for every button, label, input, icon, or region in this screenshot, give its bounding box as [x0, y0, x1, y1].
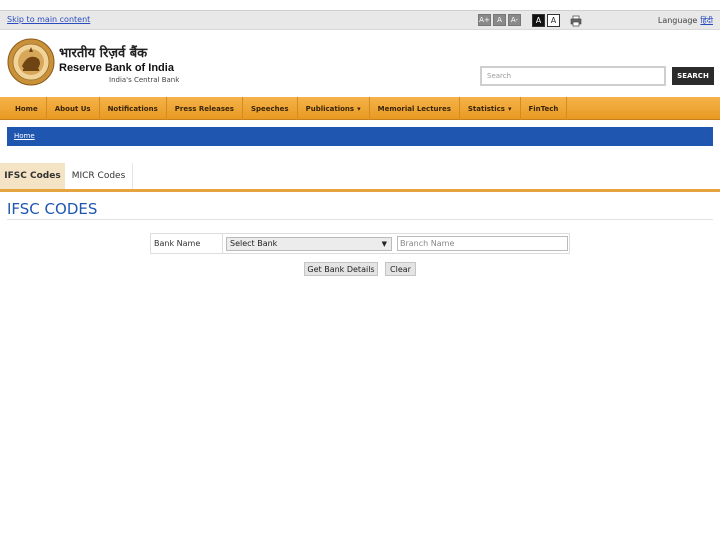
- branch-name-input[interactable]: Branch Name: [397, 236, 568, 251]
- nav-item-label: Press Releases: [174, 104, 234, 113]
- nav-item-fintech[interactable]: FinTech: [521, 97, 568, 120]
- nav-item-label: Speeches: [250, 104, 289, 113]
- title-divider: [7, 219, 713, 220]
- nav-item-home[interactable]: Home: [0, 97, 47, 120]
- dropdown-arrow-icon: ▼: [381, 240, 387, 248]
- print-icon[interactable]: [570, 15, 582, 27]
- page-title: IFSC CODES: [7, 200, 98, 218]
- nav-item-label: Notifications: [107, 104, 158, 113]
- clear-button[interactable]: Clear: [385, 262, 416, 276]
- nav-item-label: FinTech: [528, 104, 559, 113]
- code-type-tabs: IFSC Codes MICR Codes: [0, 163, 720, 192]
- normal-contrast-button[interactable]: A: [547, 14, 560, 27]
- brand-name-hindi: भारतीय रिज़र्व बैंक: [59, 46, 148, 61]
- nav-item-press-releases[interactable]: Press Releases: [167, 97, 243, 120]
- bank-select-value: Select Bank: [230, 239, 278, 248]
- breadcrumb: Home: [7, 127, 713, 146]
- font-increase-button[interactable]: A+: [478, 14, 491, 26]
- font-normal-button[interactable]: A: [493, 14, 506, 26]
- nav-item-label: About Us: [54, 104, 91, 113]
- high-contrast-button[interactable]: A: [532, 14, 545, 27]
- tab-micr-codes[interactable]: MICR Codes: [65, 163, 133, 189]
- tab-ifsc-codes[interactable]: IFSC Codes: [0, 163, 65, 189]
- search-button[interactable]: SEARCH: [672, 67, 714, 85]
- brand-name-english: Reserve Bank of India: [59, 62, 174, 74]
- nav-item-label: Home: [15, 104, 38, 113]
- nav-item-memorial-lectures[interactable]: Memorial Lectures: [370, 97, 460, 120]
- skip-to-content-link[interactable]: Skip to main content: [7, 15, 90, 24]
- language-switcher: Language हिंदी: [658, 15, 713, 26]
- font-size-controls: A+ A A-: [478, 14, 521, 26]
- language-label: Language: [657, 16, 698, 25]
- bank-name-label: Bank Name: [151, 234, 223, 253]
- main-navigation: Home About Us Notifications Press Releas…: [0, 97, 720, 120]
- rbi-emblem-logo[interactable]: [7, 38, 55, 86]
- nav-item-speeches[interactable]: Speeches: [243, 97, 298, 120]
- nav-item-about-us[interactable]: About Us: [47, 97, 100, 120]
- brand-tagline: India's Central Bank: [109, 76, 180, 84]
- chevron-down-icon: ▾: [507, 104, 512, 113]
- site-search-input[interactable]: Search: [480, 66, 666, 86]
- get-bank-details-button[interactable]: Get Bank Details: [304, 262, 378, 276]
- bank-select-dropdown[interactable]: Select Bank ▼: [226, 237, 392, 251]
- contrast-controls: A A: [532, 14, 560, 27]
- font-decrease-button[interactable]: A-: [508, 14, 521, 26]
- language-hindi-link[interactable]: हिंदी: [700, 16, 713, 25]
- nav-item-label: Memorial Lectures: [377, 104, 451, 113]
- nav-item-publications[interactable]: Publications ▾: [298, 97, 370, 120]
- nav-item-notifications[interactable]: Notifications: [100, 97, 167, 120]
- nav-item-statistics[interactable]: Statistics ▾: [460, 97, 521, 120]
- breadcrumb-home-link[interactable]: Home: [14, 132, 35, 140]
- nav-item-label: Statistics: [467, 104, 505, 113]
- utility-bar: Skip to main content A+ A A- A A Languag…: [0, 10, 720, 30]
- chevron-down-icon: ▾: [357, 104, 361, 113]
- ifsc-search-form: Bank Name Select Bank ▼ Branch Name: [150, 233, 570, 254]
- nav-item-label: Publications: [305, 104, 355, 113]
